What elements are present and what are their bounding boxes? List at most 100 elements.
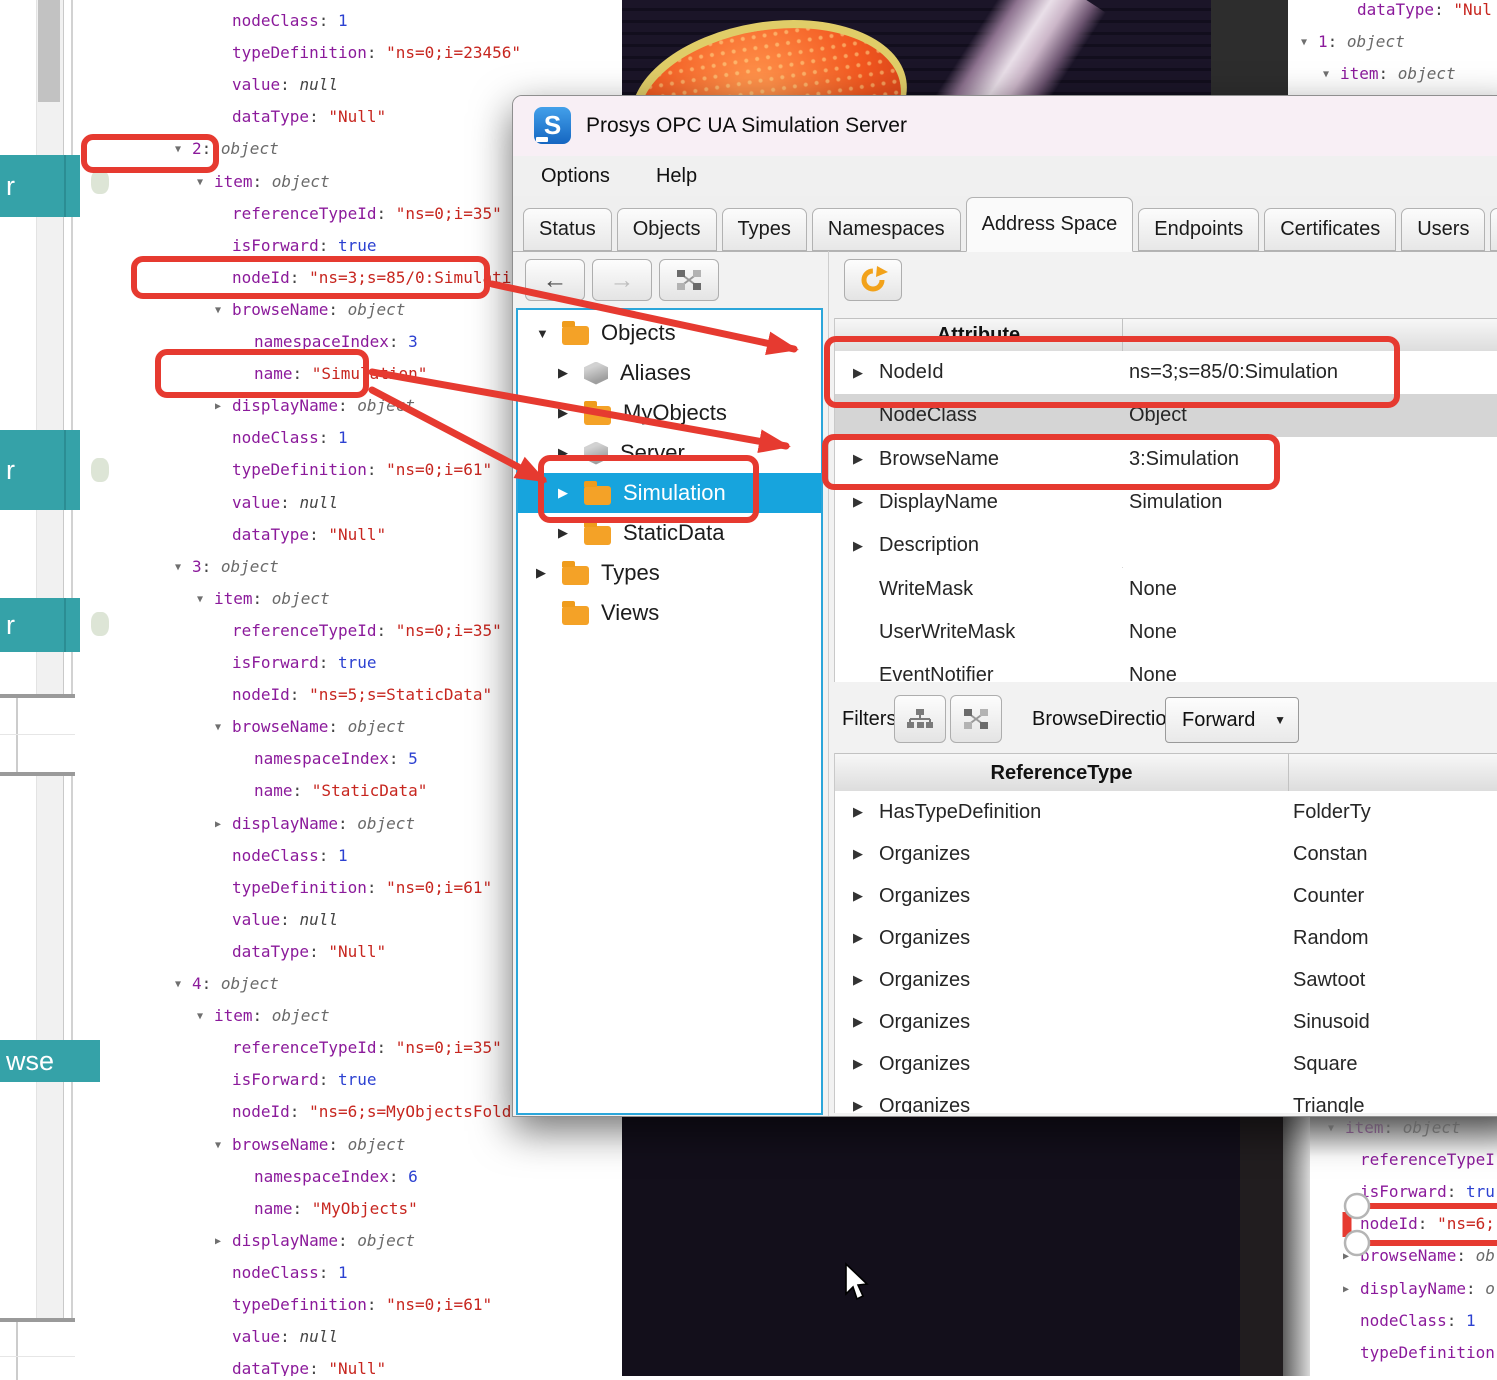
reference-row[interactable]: ▶ Organizes Random: [835, 917, 1497, 959]
reference-row[interactable]: ▶ Organizes Sinusoid: [835, 1001, 1497, 1043]
cutoff-teal-button[interactable]: r: [0, 155, 80, 217]
tab-namespaces[interactable]: Namespaces: [812, 208, 961, 251]
window-titlebar[interactable]: S Prosys OPC UA Simulation Server: [513, 96, 1497, 157]
menu-item-help[interactable]: Help: [656, 165, 697, 188]
json-line: nodeClass: 1: [75, 422, 583, 454]
node-graph-icon: [963, 708, 989, 730]
tree-expander-icon[interactable]: ▶: [558, 405, 584, 421]
tab-sess[interactable]: Sess: [1490, 208, 1497, 251]
attribute-row-writemask[interactable]: ▶ WriteMask None: [835, 568, 1497, 611]
attribute-row-description[interactable]: ▶ Description: [835, 524, 1497, 567]
expand-arrow-icon[interactable]: ▼: [1323, 59, 1340, 91]
cutoff-teal-button[interactable]: r: [0, 598, 80, 652]
refresh-button[interactable]: [844, 259, 902, 301]
tree-item-objects[interactable]: ▼ Objects: [518, 313, 823, 353]
attribute-row-userwritemask[interactable]: ▶ UserWriteMask None: [835, 611, 1497, 654]
avatar-circle[interactable]: [78, 602, 122, 646]
row-expander-icon[interactable]: ▶: [835, 365, 879, 381]
tree-item-simulation[interactable]: ▶ Simulation: [518, 473, 823, 513]
cutoff-teal-button[interactable]: wse: [0, 1040, 100, 1082]
tab-certificates[interactable]: Certificates: [1264, 208, 1396, 251]
tab-endpoints[interactable]: Endpoints: [1138, 208, 1259, 251]
attribute-row-browsename[interactable]: ▶ BrowseName 3:Simulation: [835, 438, 1497, 481]
pane-divider[interactable]: [828, 251, 829, 1116]
graph-view-button[interactable]: [659, 259, 719, 301]
expand-arrow-icon[interactable]: ▶: [215, 809, 232, 841]
attribute-table: Attribute ▶ NodeId ns=3;s=85/0:Simulatio…: [834, 318, 1497, 682]
reference-row[interactable]: ▶ Organizes Triangle: [835, 1085, 1497, 1113]
tree-expander-icon[interactable]: ▶: [558, 525, 584, 541]
expand-arrow-icon[interactable]: ▼: [175, 134, 192, 166]
tree-item-server[interactable]: ▶ Server: [518, 433, 823, 473]
row-expander-icon[interactable]: ▶: [835, 804, 879, 820]
hierarchy-filter-button[interactable]: [894, 695, 946, 743]
attribute-column-header[interactable]: Attribute: [835, 319, 1123, 352]
expand-arrow-icon[interactable]: ▶: [1343, 1274, 1360, 1306]
left-scrollbar-thumb[interactable]: [38, 0, 60, 102]
tree-item-views[interactable]: Views: [518, 593, 823, 633]
tree-item-myobjects[interactable]: ▶ MyObjects: [518, 393, 823, 433]
expand-arrow-icon[interactable]: ▼: [215, 712, 232, 744]
tree-expander-icon[interactable]: ▶: [558, 365, 584, 381]
tree-expander-icon[interactable]: ▶: [558, 445, 584, 461]
reference-row[interactable]: ▶ HasTypeDefinition FolderTy: [835, 791, 1497, 833]
reference-row[interactable]: ▶ Organizes Square: [835, 1043, 1497, 1085]
menu-item-options[interactable]: Options: [541, 165, 610, 188]
row-expander-icon[interactable]: ▶: [835, 451, 879, 467]
json-line: typeDefinition: "ns=0;i=61": [75, 454, 583, 486]
tab-users[interactable]: Users: [1401, 208, 1485, 251]
expand-arrow-icon[interactable]: ▼: [197, 584, 214, 616]
tree-item-staticdata[interactable]: ▶ StaticData: [518, 513, 823, 553]
reference-row[interactable]: ▶ Organizes Constan: [835, 833, 1497, 875]
reference-type-column-header[interactable]: ReferenceType: [835, 754, 1289, 792]
expand-arrow-icon[interactable]: ▼: [175, 969, 192, 1001]
reference-row[interactable]: ▶ Organizes Counter: [835, 875, 1497, 917]
json-line: value: null: [75, 69, 583, 101]
attribute-row-nodeclass[interactable]: ▶ NodeClass Object: [835, 394, 1497, 437]
row-expander-icon[interactable]: ▶: [835, 1014, 879, 1030]
attribute-row-nodeid[interactable]: ▶ NodeId ns=3;s=85/0:Simulation: [835, 351, 1497, 394]
tab-types[interactable]: Types: [722, 208, 807, 251]
row-value: None: [1129, 664, 1177, 682]
row-expander-icon[interactable]: ▶: [835, 930, 879, 946]
row-expander-icon[interactable]: ▶: [835, 1098, 879, 1113]
expand-arrow-icon[interactable]: ▶: [215, 391, 232, 423]
expand-arrow-icon[interactable]: ▶: [215, 1226, 232, 1258]
expand-arrow-icon[interactable]: ▼: [215, 1130, 232, 1162]
row-expander-icon[interactable]: ▶: [835, 494, 879, 510]
avatar-circle[interactable]: [78, 160, 122, 204]
attribute-row-displayname[interactable]: ▶ DisplayName Simulation: [835, 481, 1497, 524]
row-value: Object: [1129, 404, 1187, 427]
cutoff-teal-button[interactable]: r: [0, 430, 80, 510]
tree-expander-icon[interactable]: ▶: [536, 565, 562, 581]
browse-direction-dropdown[interactable]: Forward ▼: [1165, 697, 1299, 743]
row-expander-icon[interactable]: ▶: [835, 888, 879, 904]
avatar-circle[interactable]: [78, 448, 122, 492]
tree-item-types[interactable]: ▶ Types: [518, 553, 823, 593]
back-button[interactable]: ←: [525, 259, 585, 301]
attribute-row-eventnotifier[interactable]: ▶ EventNotifier None: [835, 654, 1497, 682]
row-expander-icon[interactable]: ▶: [835, 538, 879, 554]
expand-arrow-icon[interactable]: ▼: [215, 295, 232, 327]
expand-arrow-icon[interactable]: ▼: [197, 167, 214, 199]
expand-arrow-icon[interactable]: ▶: [1343, 1241, 1360, 1273]
row-expander-icon[interactable]: ▶: [835, 1056, 879, 1072]
row-expander-icon[interactable]: ▶: [835, 846, 879, 862]
graph-filter-button[interactable]: [950, 695, 1002, 743]
reference-row[interactable]: ▶ Organizes Sawtoot: [835, 959, 1497, 1001]
tree-item-aliases[interactable]: ▶ Aliases: [518, 353, 823, 393]
json-value: "ns=5;s=StaticData": [309, 685, 492, 704]
tab-objects[interactable]: Objects: [617, 208, 717, 251]
tab-address-space[interactable]: Address Space: [966, 197, 1134, 252]
expand-arrow-icon[interactable]: ▼: [197, 1001, 214, 1033]
tree-expander-icon[interactable]: ▼: [536, 326, 562, 341]
json-line: nodeId: "ns=5;s=StaticData": [75, 679, 583, 711]
expand-arrow-icon[interactable]: ▼: [1301, 27, 1318, 59]
tab-status[interactable]: Status: [523, 208, 612, 251]
forward-button[interactable]: →: [592, 259, 652, 301]
tree-expander-icon[interactable]: ▶: [558, 485, 584, 501]
json-line: dataType: "Null": [75, 1353, 583, 1376]
expand-arrow-icon[interactable]: ▼: [175, 552, 192, 584]
json-line: isForward: tru: [1310, 1176, 1497, 1208]
row-expander-icon[interactable]: ▶: [835, 972, 879, 988]
